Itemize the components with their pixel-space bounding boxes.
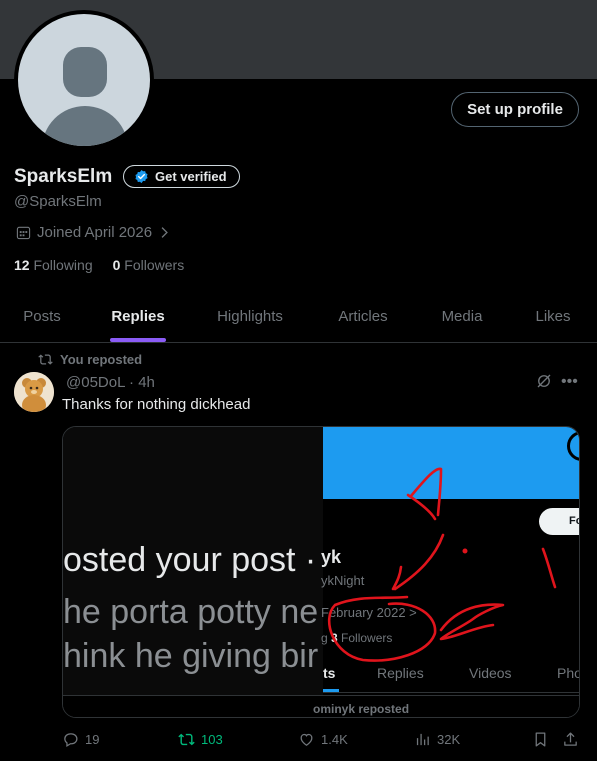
media-left-panel: osted your post · he porta potty ne hink…	[63, 427, 323, 717]
media-tab-photos: Pho	[557, 665, 580, 681]
repost-icon	[38, 354, 53, 365]
repost-button[interactable]: 103	[178, 731, 223, 748]
joined-date: Joined April 2026	[16, 224, 171, 241]
active-tab-indicator	[110, 338, 166, 342]
share-icon	[564, 732, 577, 746]
media-footer: ominyk reposted	[63, 695, 579, 717]
media-footer-text: ominyk reposted	[313, 702, 410, 716]
reply-button[interactable]: 19	[62, 731, 99, 748]
media-follow-button: Fo	[539, 508, 579, 535]
media-profile-joined: February 2022 >	[321, 605, 417, 620]
reply-count: 19	[85, 732, 100, 747]
post-action-bar: 19 103 1.4K 32K	[62, 731, 582, 753]
reply-icon	[64, 733, 78, 748]
following-link[interactable]: 12 Following	[14, 257, 93, 273]
profile-handle: @SparksElm	[14, 193, 102, 210]
media-right-panel: Fo yk ykNight February 2022 > g 3 Follow…	[321, 427, 580, 717]
post-author-avatar[interactable]	[14, 372, 54, 412]
bookmark-button[interactable]	[532, 731, 549, 748]
media-tab-underline	[323, 689, 339, 692]
teddy-bear-avatar-icon	[14, 372, 54, 412]
grok-icon[interactable]	[535, 372, 553, 390]
media-profile-banner	[323, 427, 579, 499]
profile-name: SparksElm	[14, 166, 113, 187]
media-profile-handle: ykNight	[321, 573, 365, 588]
profile-tabs: Posts Replies Highlights Articles Media …	[0, 295, 597, 343]
tab-highlights[interactable]: Highlights	[204, 295, 296, 342]
tab-replies[interactable]: Replies	[103, 295, 173, 342]
media-tab-posts: ts	[323, 665, 336, 681]
like-count: 1.4K	[321, 732, 348, 747]
tab-articles[interactable]: Articles	[327, 295, 399, 342]
verified-badge-icon	[135, 169, 148, 184]
media-tab-videos: Videos	[469, 665, 512, 681]
media-text-line-1: osted your post ·	[63, 541, 317, 579]
views-button[interactable]: 32K	[414, 731, 460, 748]
repost-icon	[178, 733, 195, 746]
joined-label: Joined April 2026	[37, 224, 153, 241]
get-verified-label: Get verified	[155, 169, 227, 184]
media-text-line-2: he porta potty ne	[63, 593, 319, 631]
calendar-icon	[16, 226, 31, 240]
chevron-right-icon[interactable]	[158, 226, 171, 239]
default-avatar-icon	[18, 14, 150, 146]
post-media-image[interactable]: osted your post · he porta potty ne hink…	[62, 426, 580, 718]
follow-stats: 12 Following 0 Followers	[14, 257, 184, 273]
heart-icon	[300, 733, 313, 746]
media-profile-name: yk	[321, 547, 342, 567]
tab-media[interactable]: Media	[432, 295, 492, 342]
post-text: Thanks for nothing dickhead	[62, 396, 251, 413]
get-verified-button[interactable]: Get verified	[123, 165, 240, 188]
repost-count: 103	[201, 732, 223, 747]
like-button[interactable]: 1.4K	[298, 731, 348, 748]
set-up-profile-button[interactable]: Set up profile	[451, 92, 579, 127]
views-chart-icon	[416, 733, 429, 746]
media-profile-tabs: ts Replies Videos Pho	[323, 659, 580, 693]
media-text-line-3: hink he giving bir	[63, 637, 319, 675]
tab-posts[interactable]: Posts	[14, 295, 70, 342]
followers-link[interactable]: 0 Followers	[113, 257, 185, 273]
repost-label: You reposted	[60, 352, 143, 367]
bookmark-icon	[535, 732, 546, 747]
view-count: 32K	[437, 732, 461, 747]
post-author-meta[interactable]: @05DoL · 4h	[66, 374, 155, 391]
media-profile-followers: g 3 Followers	[321, 631, 393, 645]
profile-avatar[interactable]	[14, 10, 154, 150]
share-button[interactable]	[562, 731, 579, 748]
repost-indicator: You reposted	[38, 352, 142, 367]
media-tab-replies: Replies	[377, 665, 424, 681]
more-options-icon[interactable]: •••	[561, 373, 578, 391]
tab-likes[interactable]: Likes	[528, 295, 578, 342]
